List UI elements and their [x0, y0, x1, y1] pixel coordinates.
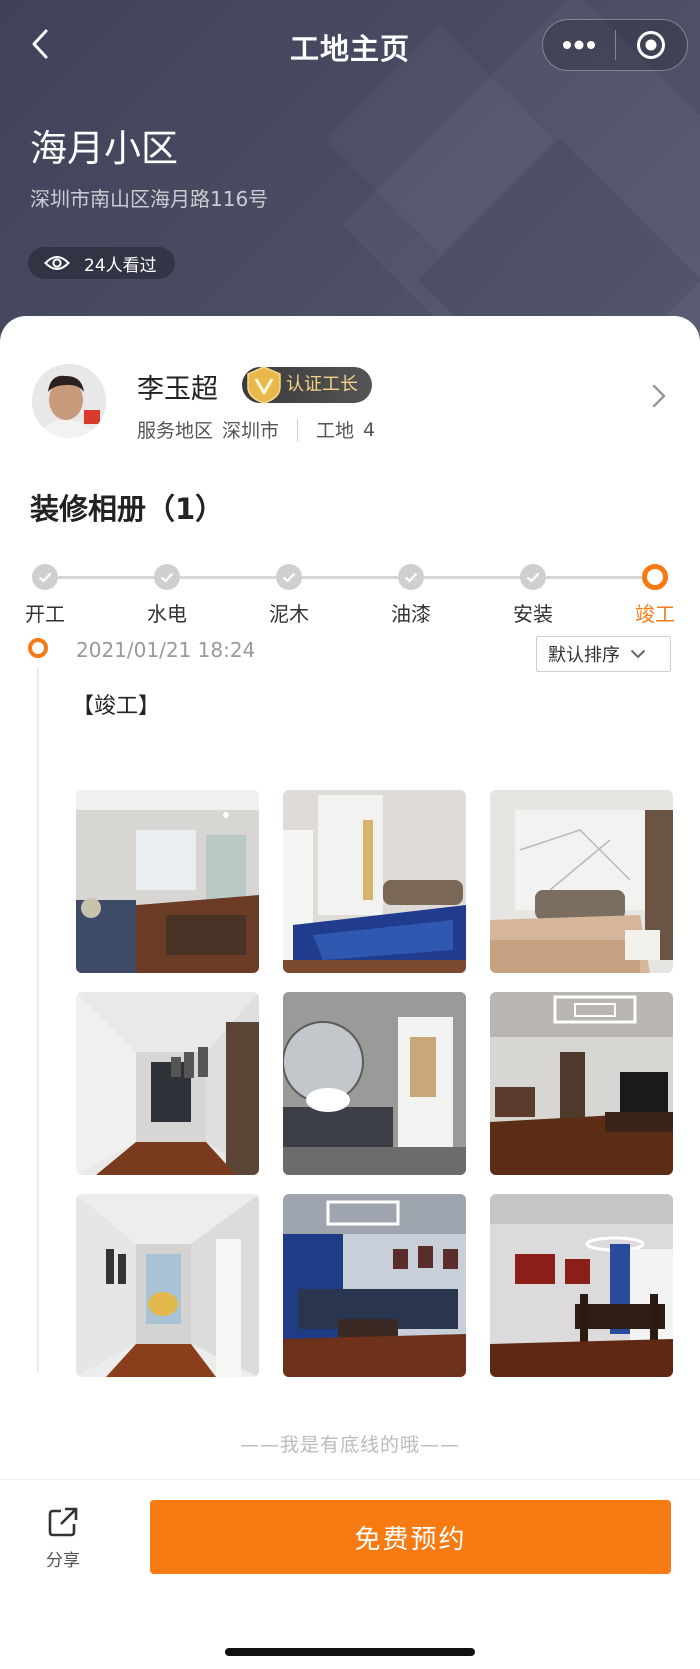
service-area: 深圳市	[222, 420, 280, 442]
share-icon	[48, 1507, 78, 1537]
timeline-line	[37, 668, 39, 1373]
end-of-list-note: ——我是有底线的哦——	[239, 1434, 460, 1456]
entry-date: 2021/01/21 18:24	[76, 638, 256, 662]
badge-label: 认证工长	[286, 374, 358, 395]
photo-hallway[interactable]	[76, 992, 259, 1175]
step-label: 开工	[25, 602, 65, 626]
nav-bar: 工地主页	[0, 0, 700, 90]
album-title: 装修相册（1）	[30, 492, 225, 526]
step-kaigong[interactable]: 开工	[5, 564, 85, 627]
step-anzhuang[interactable]: 安装	[493, 564, 573, 627]
views-badge: 24人看过	[28, 247, 175, 279]
chevron-down-icon	[630, 649, 646, 659]
photo-living-room-lamp[interactable]	[490, 992, 673, 1175]
avatar	[32, 364, 106, 438]
sort-label: 默认排序	[548, 645, 620, 666]
share-label: 分享	[46, 1551, 80, 1571]
chevron-right-icon	[652, 384, 666, 408]
photo-living-room[interactable]	[76, 790, 259, 973]
mini-program-capsule	[542, 19, 688, 71]
certified-badge: 认证工长	[242, 366, 372, 404]
step-nimu[interactable]: 泥木	[249, 564, 329, 627]
bottom-bar: 分享 免费预约	[0, 1479, 700, 1669]
photo-sofa[interactable]	[283, 1194, 466, 1377]
sites-count: 4	[363, 418, 376, 441]
phase-title: 【竣工】	[72, 694, 161, 719]
check-icon	[276, 564, 302, 590]
site-name: 海月小区	[30, 127, 178, 170]
step-label: 泥木	[269, 602, 309, 626]
v-shield-icon	[247, 366, 281, 404]
photo-corridor[interactable]	[76, 1194, 259, 1377]
photo-bedroom-marble[interactable]	[490, 790, 673, 973]
more-button[interactable]	[543, 20, 615, 70]
eye-icon	[44, 256, 70, 270]
photo-dining-room[interactable]	[490, 1194, 673, 1377]
check-icon	[32, 564, 58, 590]
step-youqi[interactable]: 油漆	[371, 564, 451, 627]
header-banner: 工地主页 海月小区 深圳市南山区海月路116号 24人看过	[0, 0, 700, 360]
step-shuidian[interactable]: 水电	[127, 564, 207, 627]
sort-dropdown[interactable]: 默认排序	[536, 636, 671, 672]
worker-name: 李玉超	[137, 374, 218, 405]
share-button[interactable]: 分享	[38, 1506, 88, 1571]
worker-meta: 服务地区 深圳市 工地 4	[137, 416, 375, 443]
step-label: 油漆	[391, 602, 431, 626]
worker-profile[interactable]: 李玉超 认证工长 服务地区 深圳市 工地 4	[32, 364, 672, 444]
active-step-dot	[642, 564, 668, 590]
home-indicator	[225, 1648, 475, 1656]
step-label: 安装	[513, 602, 553, 626]
site-address: 深圳市南山区海月路116号	[30, 187, 269, 211]
check-icon	[520, 564, 546, 590]
photo-bathroom[interactable]	[283, 992, 466, 1175]
content-card: 李玉超 认证工长 服务地区 深圳市 工地 4 装修相册（1） 开工 水电 泥木	[0, 316, 700, 1669]
check-icon	[154, 564, 180, 590]
sites-label: 工地	[316, 420, 355, 442]
photo-bedroom-blue[interactable]	[283, 790, 466, 973]
step-label: 水电	[147, 602, 187, 626]
free-booking-button[interactable]: 免费预约	[150, 1500, 671, 1574]
target-circle-icon	[637, 31, 666, 59]
check-icon	[398, 564, 424, 590]
close-miniprogram-button[interactable]	[616, 20, 688, 70]
step-jungong[interactable]: 竣工	[615, 564, 695, 627]
meta-divider	[297, 418, 299, 441]
views-count: 24人看过	[84, 255, 157, 276]
step-label: 竣工	[635, 602, 675, 626]
service-area-label: 服务地区	[137, 420, 214, 442]
timeline-dot	[28, 638, 48, 658]
progress-steps: 开工 水电 泥木 油漆 安装 竣工	[0, 556, 700, 636]
more-dots-icon	[562, 40, 595, 50]
